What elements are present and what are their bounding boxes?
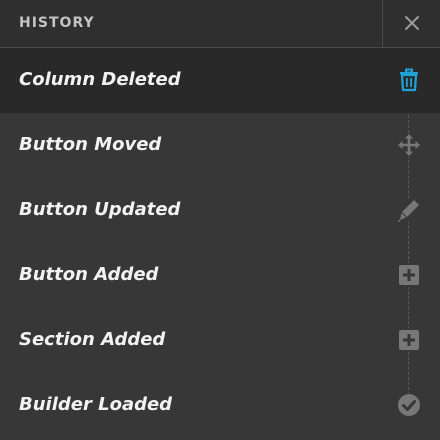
history-item[interactable]: Section Added — [0, 308, 440, 373]
close-icon — [405, 16, 419, 30]
history-item[interactable]: Button Added — [0, 243, 440, 308]
move-icon — [397, 133, 421, 157]
trash-icon — [397, 68, 421, 92]
plus-square-icon — [397, 263, 421, 287]
history-item[interactable]: Button Updated — [0, 178, 440, 243]
check-circle-icon — [397, 393, 421, 417]
history-item-label: Button Added — [19, 264, 159, 285]
history-panel: HISTORY Column Deleted Button Moved Butt… — [0, 0, 440, 440]
history-item-label: Section Added — [19, 329, 166, 350]
history-item-label: Column Deleted — [19, 69, 181, 90]
history-item-label: Button Moved — [19, 134, 162, 155]
plus-square-icon — [397, 328, 421, 352]
panel-header: HISTORY — [0, 0, 440, 48]
history-item[interactable]: Button Moved — [0, 113, 440, 178]
history-list: Column Deleted Button Moved Button Updat… — [0, 48, 440, 438]
history-item-label: Button Updated — [19, 199, 181, 220]
panel-title: HISTORY — [19, 15, 95, 31]
pen-icon — [397, 198, 421, 223]
history-item[interactable]: Column Deleted — [0, 48, 440, 113]
close-button[interactable] — [383, 0, 440, 47]
history-item-label: Builder Loaded — [19, 394, 173, 415]
history-item[interactable]: Builder Loaded — [0, 373, 440, 438]
